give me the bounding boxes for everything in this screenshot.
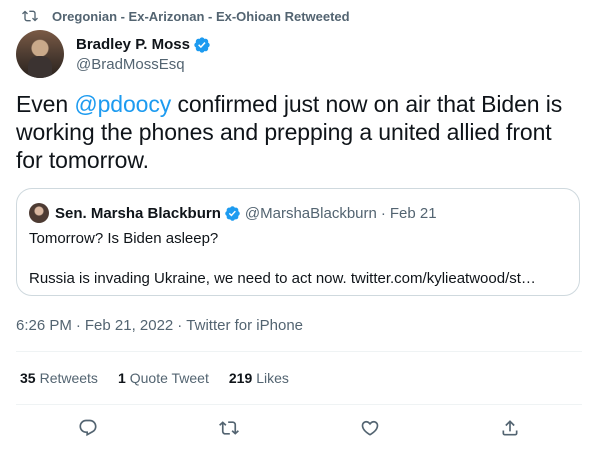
- divider: [16, 404, 582, 405]
- quote-text-line: Russia is invading Ukraine, we need to a…: [29, 270, 536, 287]
- quote-separator: ·: [380, 204, 386, 222]
- mention-link[interactable]: @pdoocy: [74, 91, 171, 117]
- tweet-text-before: Even: [16, 91, 75, 117]
- quote-meta: @MarshaBlackburn · Feb 21: [245, 205, 437, 222]
- quote-tweets-stat[interactable]: 1 Quote Tweet: [118, 370, 209, 386]
- retweet-context-label: Oregonian - Ex-Arizonan - Ex-Ohioan Retw…: [52, 8, 350, 24]
- retweets-label: Retweets: [39, 370, 98, 386]
- author-header: Bradley P. Moss @BradMossEsq: [16, 30, 211, 78]
- quote-body: Tomorrow? Is Biden asleep? Russia is inv…: [29, 229, 565, 289]
- retweet-button[interactable]: [217, 416, 241, 440]
- retweet-icon: [22, 10, 38, 22]
- quote-header: Sen. Marsha Blackburn @MarshaBlackburn ·…: [29, 203, 437, 223]
- quote-tweets-count: 1: [117, 370, 126, 386]
- retweet-icon: [219, 421, 239, 435]
- author-display-name[interactable]: Bradley P. Moss: [76, 36, 190, 53]
- reply-icon: [79, 419, 97, 437]
- tweet-text: Even @pdoocy confirmed just now on air t…: [16, 90, 582, 174]
- like-button[interactable]: [358, 416, 382, 440]
- verified-badge-icon: [194, 36, 210, 53]
- avatar[interactable]: [16, 30, 64, 78]
- quote-display-name: Sen. Marsha Blackburn: [55, 204, 221, 222]
- timestamp-separator: ·: [75, 317, 81, 334]
- tweet-timestamp: 6:26 PM · Feb 21, 2022 · Twitter for iPh…: [16, 317, 303, 334]
- quote-avatar: [29, 203, 49, 223]
- divider: [16, 351, 582, 352]
- action-bar: [0, 410, 598, 446]
- likes-count: 219: [228, 370, 253, 386]
- quote-text-line: Tomorrow? Is Biden asleep?: [29, 230, 219, 247]
- tweet-card: Oregonian - Ex-Arizonan - Ex-Ohioan Retw…: [0, 0, 598, 451]
- retweets-stat[interactable]: 35 Retweets: [20, 370, 98, 386]
- retweet-context[interactable]: Oregonian - Ex-Arizonan - Ex-Ohioan Retw…: [22, 8, 350, 24]
- likes-label: Likes: [256, 370, 289, 386]
- tweet-date[interactable]: Feb 21, 2022: [85, 317, 173, 334]
- author-handle[interactable]: @BradMossEsq: [76, 56, 211, 73]
- quote-tweets-label: Quote Tweet: [129, 370, 209, 386]
- tweet-source[interactable]: Twitter for iPhone: [186, 317, 303, 334]
- likes-stat[interactable]: 219 Likes: [229, 370, 289, 386]
- timestamp-separator: ·: [177, 317, 183, 334]
- quote-date: Feb 21: [389, 204, 437, 222]
- heart-icon: [361, 420, 379, 436]
- tweet-time[interactable]: 6:26 PM: [16, 317, 72, 334]
- share-button[interactable]: [498, 416, 522, 440]
- quote-tweet[interactable]: Sen. Marsha Blackburn @MarshaBlackburn ·…: [16, 188, 580, 296]
- engagement-stats: 35 Retweets 1 Quote Tweet 219 Likes: [20, 370, 289, 386]
- share-icon: [502, 420, 518, 436]
- verified-badge-icon: [225, 205, 240, 221]
- retweets-count: 35: [20, 370, 36, 386]
- reply-button[interactable]: [76, 416, 100, 440]
- quote-handle: @MarshaBlackburn: [244, 204, 377, 222]
